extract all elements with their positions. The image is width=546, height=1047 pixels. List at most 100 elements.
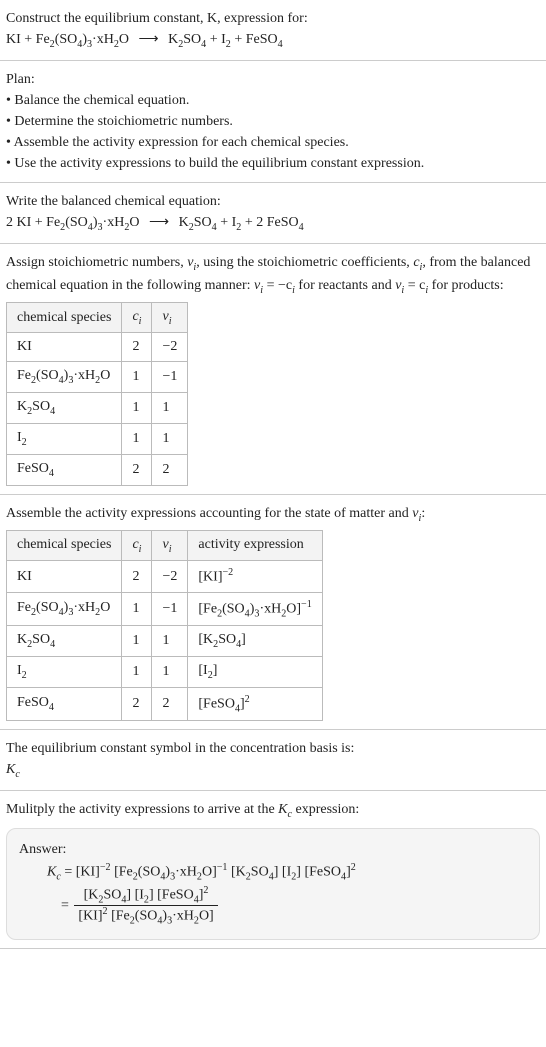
- ae: [Fe: [198, 602, 217, 617]
- sub: 2: [22, 670, 27, 681]
- section-stoich: Assign stoichiometric numbers, νi , using…: [0, 244, 546, 495]
- section-balanced: Write the balanced chemical equation: 2 …: [0, 183, 546, 244]
- sub-i: i: [169, 543, 172, 554]
- term: SO: [103, 887, 121, 902]
- ae: [FeSO: [198, 697, 235, 712]
- table-row: Fe2(SO4)3·xH2O 1 −1 [Fe2(SO4)3·xH2O]−1: [7, 592, 323, 625]
- table-row: I2 1 1 [I2]: [7, 657, 323, 688]
- cell-species: FeSO4: [7, 454, 122, 485]
- cell-species: I2: [7, 424, 122, 455]
- col-species: chemical species: [7, 302, 122, 333]
- cell-v: −1: [152, 362, 188, 393]
- cell-species: FeSO4: [7, 688, 122, 721]
- cell-activity: [KI]−2: [188, 561, 322, 593]
- construct-title: Construct the equilibrium constant, K, e…: [6, 8, 540, 29]
- term: O]: [202, 865, 217, 880]
- term: [FeSO: [304, 865, 341, 880]
- title-text: Construct the equilibrium constant, K, e…: [6, 11, 308, 26]
- sp: O: [100, 600, 110, 615]
- multiply-text: Mulitply the activity expressions to arr…: [6, 799, 540, 822]
- sp: ·xH: [73, 368, 95, 383]
- eq-part: (SO: [65, 215, 88, 230]
- exp: −1: [301, 599, 312, 610]
- text: = c: [404, 278, 425, 293]
- sub-i: i: [139, 315, 142, 326]
- ae: ]: [241, 632, 246, 647]
- stoich-intro: Assign stoichiometric numbers, νi, using…: [6, 252, 540, 298]
- cell-activity: [Fe2(SO4)3·xH2O]−1: [188, 592, 322, 625]
- answer-box: Answer: Kc = [KI]−2 [Fe2(SO4)3·xH2O]−1 […: [6, 828, 540, 939]
- section-plan: Plan: • Balance the chemical equation. •…: [0, 61, 546, 183]
- cell-c: 1: [122, 657, 152, 688]
- ae: [I: [198, 663, 207, 678]
- sub: 4: [49, 702, 54, 713]
- cell-species: K2SO4: [7, 393, 122, 424]
- exp: 2: [103, 906, 108, 917]
- term: [I: [135, 887, 144, 902]
- sp: SO: [32, 632, 50, 647]
- eq-part: K: [179, 215, 189, 230]
- sp: ·xH: [73, 600, 95, 615]
- text: , using the stoichiometric coefficients,: [196, 255, 413, 270]
- term: [KI]: [76, 865, 100, 880]
- eq-part: ·xH: [103, 215, 125, 230]
- cell-v: 1: [152, 424, 188, 455]
- plan-bullet: • Determine the stoichiometric numbers.: [6, 111, 540, 132]
- sub: 4: [49, 468, 54, 479]
- cell-v: 1: [152, 657, 188, 688]
- section-symbol: The equilibrium constant symbol in the c…: [0, 730, 546, 791]
- sp: K: [17, 632, 27, 647]
- eq-part: SO: [194, 215, 212, 230]
- arrow-icon: ⟶: [139, 32, 159, 47]
- cell-c: 1: [122, 626, 152, 657]
- cell-v: −2: [152, 333, 188, 362]
- eq-part: (SO: [55, 32, 78, 47]
- table-row: I2 1 1: [7, 424, 188, 455]
- term: ]: [296, 865, 301, 880]
- col-nui: νi: [152, 302, 188, 333]
- sub: 4: [50, 406, 55, 417]
- sp: Fe: [17, 600, 31, 615]
- section-activity: Assemble the activity expressions accoun…: [0, 495, 546, 731]
- col-species: chemical species: [7, 530, 122, 561]
- term: SO: [251, 865, 269, 880]
- col-nui: νi: [152, 530, 188, 561]
- cell-c: 2: [122, 454, 152, 485]
- term: [I: [282, 865, 291, 880]
- term: [K: [231, 865, 246, 880]
- K: K: [278, 802, 287, 817]
- table-row: FeSO4 2 2: [7, 454, 188, 485]
- answer-equation: Kc = [KI]−2 [Fe2(SO4)3·xH2O]−1 [K2SO4] […: [47, 862, 527, 926]
- col-ci: ci: [122, 302, 152, 333]
- ae: O]: [286, 602, 301, 617]
- exp: 2: [351, 862, 356, 873]
- colon: :: [421, 506, 425, 521]
- eq-part: K: [168, 32, 178, 47]
- balanced-title: Write the balanced chemical equation:: [6, 191, 540, 212]
- cell-v: 2: [152, 454, 188, 485]
- eq-part: + I: [217, 215, 237, 230]
- col-activity: activity expression: [188, 530, 322, 561]
- cell-c: 1: [122, 592, 152, 625]
- cell-activity: [K2SO4]: [188, 626, 322, 657]
- exp: −2: [100, 862, 111, 873]
- section-multiply: Mulitply the activity expressions to arr…: [0, 791, 546, 948]
- cell-species: I2: [7, 657, 122, 688]
- text: Assign stoichiometric numbers,: [6, 255, 187, 270]
- plan-bullet: • Use the activity expressions to build …: [6, 153, 540, 174]
- term: [Fe: [111, 909, 130, 924]
- term: (SO: [138, 865, 161, 880]
- eq-part: 2 KI + Fe: [6, 215, 60, 230]
- plan-bullet: • Assemble the activity expression for e…: [6, 132, 540, 153]
- cell-v: −2: [152, 561, 188, 593]
- table-row: K2SO4 1 1: [7, 393, 188, 424]
- cell-activity: [FeSO4]2: [188, 688, 322, 721]
- sp: (SO: [36, 368, 59, 383]
- text: for reactants and: [295, 278, 395, 293]
- cell-c: 2: [122, 561, 152, 593]
- text: = −c: [263, 278, 292, 293]
- cell-c: 2: [122, 333, 152, 362]
- exp: 2: [245, 694, 250, 705]
- sp: O: [100, 368, 110, 383]
- term: ·xH: [172, 909, 194, 924]
